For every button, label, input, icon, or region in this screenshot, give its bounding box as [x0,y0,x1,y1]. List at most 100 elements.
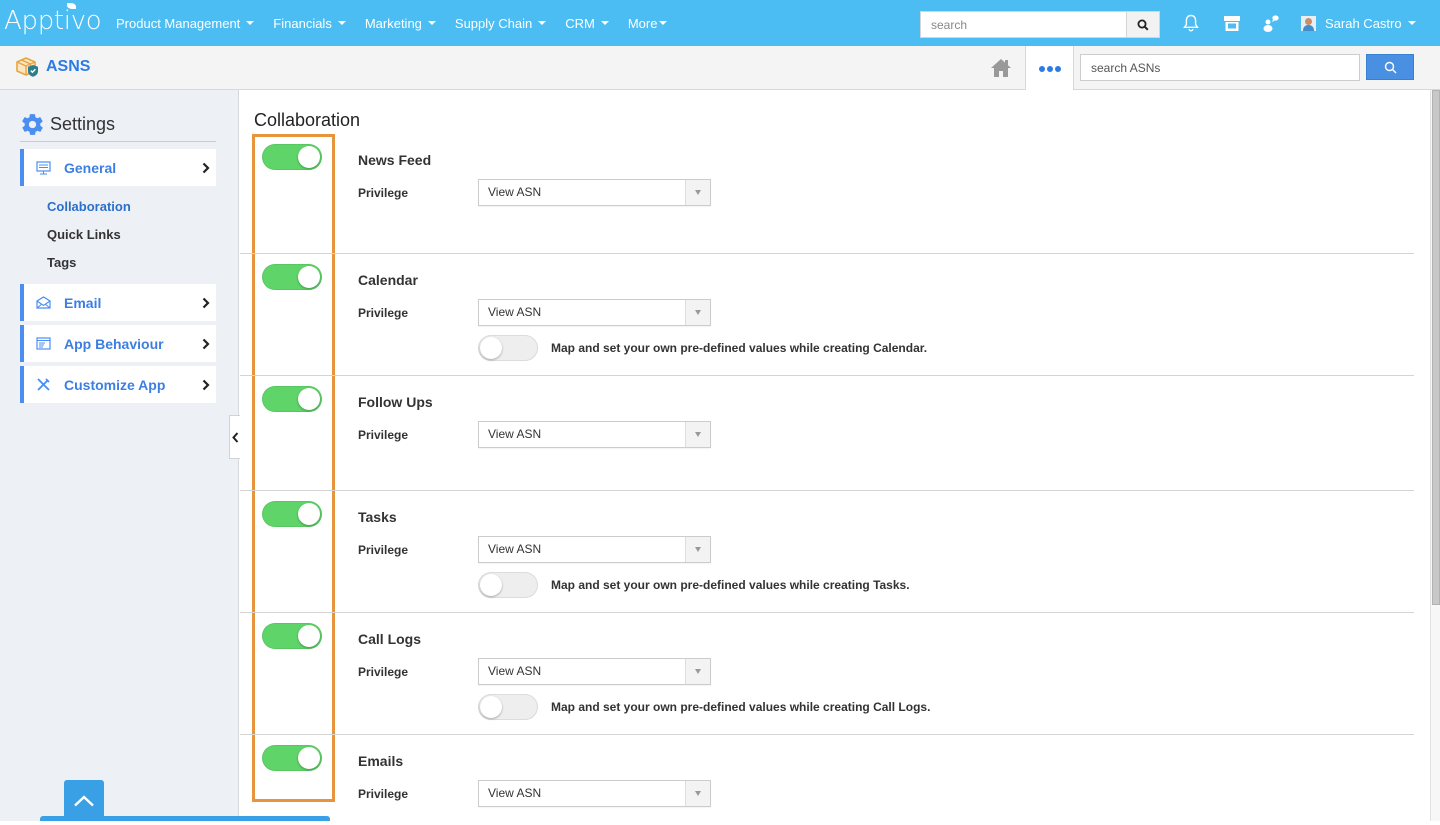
nav-product-management[interactable]: Product Management [116,16,255,31]
row-title: Calendar [358,272,418,288]
collaboration-row: Calendar Privilege View ASN Map and set you… [240,254,1414,376]
toggle-knob [298,747,320,769]
row-title: Call Logs [358,631,422,647]
nav-financials[interactable]: Financials [273,16,346,31]
global-search-input[interactable] [921,12,1126,37]
toggle-knob [480,696,502,718]
app-name: ASNS [46,58,91,75]
row-title: Follow Ups [358,394,433,410]
map-values-toggle[interactable] [478,694,538,720]
sidebar-item-label: Customize App [64,376,166,393]
caret-down-icon [1407,21,1416,25]
sidebar-subitem-tags[interactable]: Tags [47,255,76,270]
chevron-right-icon [202,338,210,349]
dropdown-arrow-icon [685,180,710,205]
logo-text: Apptivo [4,6,102,36]
more-options-button[interactable] [1026,46,1074,90]
nav-label: Financials [273,15,332,31]
row-title: Tasks [358,509,397,525]
privilege-select[interactable]: View ASN [478,780,711,807]
sidebar-item-customize-app[interactable]: Customize App [20,366,216,403]
privilege-value: View ASN [488,427,542,441]
toggle-knob [480,337,502,359]
monitor-icon [35,160,51,175]
chevron-right-icon [202,379,210,390]
bell-icon [1183,14,1199,32]
scrollbar-thumb[interactable] [1432,90,1440,605]
privilege-label: Privilege [358,186,409,200]
vertical-scrollbar[interactable] [1430,90,1440,821]
chat-button[interactable] [1261,13,1281,33]
envelope-icon [35,296,51,309]
privilege-select[interactable]: View ASN [478,658,711,685]
global-search-button[interactable] [1126,12,1159,37]
sidebar-item-general[interactable]: General [20,149,216,186]
sidebar-subitem-quick-links[interactable]: Quick Links [47,227,121,242]
app-title[interactable]: ASNS [15,56,90,78]
app-search-input[interactable] [1081,55,1359,80]
user-name: Sarah Castro [1325,15,1402,31]
scroll-to-top-button[interactable] [64,780,104,821]
privilege-select[interactable]: View ASN [478,179,711,206]
sidebar-item-label: General [64,159,117,176]
collaboration-row: Call Logs Privilege View ASN Map and set yo… [240,613,1414,735]
home-icon [990,58,1011,77]
settings-sidebar: Settings General Collaboration Quick Lin… [0,90,239,821]
chat-users-icon [1263,15,1279,32]
nav-label: CRM [565,15,595,31]
chevron-left-icon [232,431,239,443]
gear-icon [22,114,43,135]
collaboration-panel: Collaboration News Feed Privilege View ASN… [240,90,1428,821]
user-menu[interactable]: Sarah Castro [1301,0,1416,46]
store-button[interactable] [1222,13,1242,33]
privilege-select[interactable]: View ASN [478,536,711,563]
collaboration-row: Tasks Privilege View ASN Map and set your o… [240,491,1414,613]
bottom-panel-tab[interactable] [40,816,330,821]
privilege-select[interactable]: View ASN [478,299,711,326]
dropdown-arrow-icon [685,781,710,806]
toggle-knob [298,625,320,647]
toggle-knob [298,503,320,525]
sidebar-item-label: Email [64,294,102,311]
enable-toggle[interactable] [262,501,322,527]
nav-marketing[interactable]: Marketing [365,16,436,31]
nav-more[interactable]: More [628,16,668,31]
enable-toggle[interactable] [262,386,322,412]
enable-toggle[interactable] [262,623,322,649]
map-values-option: Map and set your own pre-defined values … [478,694,930,720]
apptivo-logo[interactable]: Apptivo [4,3,102,36]
search-icon [1384,61,1396,73]
app-search-button[interactable] [1366,54,1414,80]
home-button[interactable] [976,46,1026,89]
chevron-up-icon [74,794,94,806]
enable-toggle[interactable] [262,264,322,290]
caret-down-icon [337,21,346,25]
collaboration-row: News Feed Privilege View ASN [240,134,1414,254]
caret-down-icon [600,21,609,25]
sidebar-subitem-collaboration[interactable]: Collaboration [47,199,131,214]
privilege-select[interactable]: View ASN [478,421,711,448]
map-values-text: Map and set your own pre-defined values … [551,578,910,592]
privilege-value: View ASN [488,542,542,556]
nav-crm[interactable]: CRM [565,16,609,31]
dropdown-arrow-icon [685,422,710,447]
nav-label: More [627,15,658,31]
caret-down-icon [427,21,436,25]
toggle-knob [480,574,502,596]
map-values-text: Map and set your own pre-defined values … [551,700,931,714]
nav-supply-chain[interactable]: Supply Chain [454,15,547,31]
toggle-knob [298,266,320,288]
sidebar-item-email[interactable]: Email [20,284,216,321]
sidebar-item-app-behaviour[interactable]: App Behaviour [20,325,216,362]
row-title: Emails [358,753,404,769]
enable-toggle[interactable] [262,745,322,771]
map-values-option: Map and set your own pre-defined values … [478,572,910,598]
divider [20,141,216,142]
map-values-toggle[interactable] [478,572,538,598]
logo-leaf-icon [67,3,76,9]
nav-label: Supply Chain [454,15,533,31]
map-values-toggle[interactable] [478,335,538,361]
privilege-value: View ASN [488,786,542,800]
enable-toggle[interactable] [262,144,322,170]
notifications-button[interactable] [1181,13,1201,33]
